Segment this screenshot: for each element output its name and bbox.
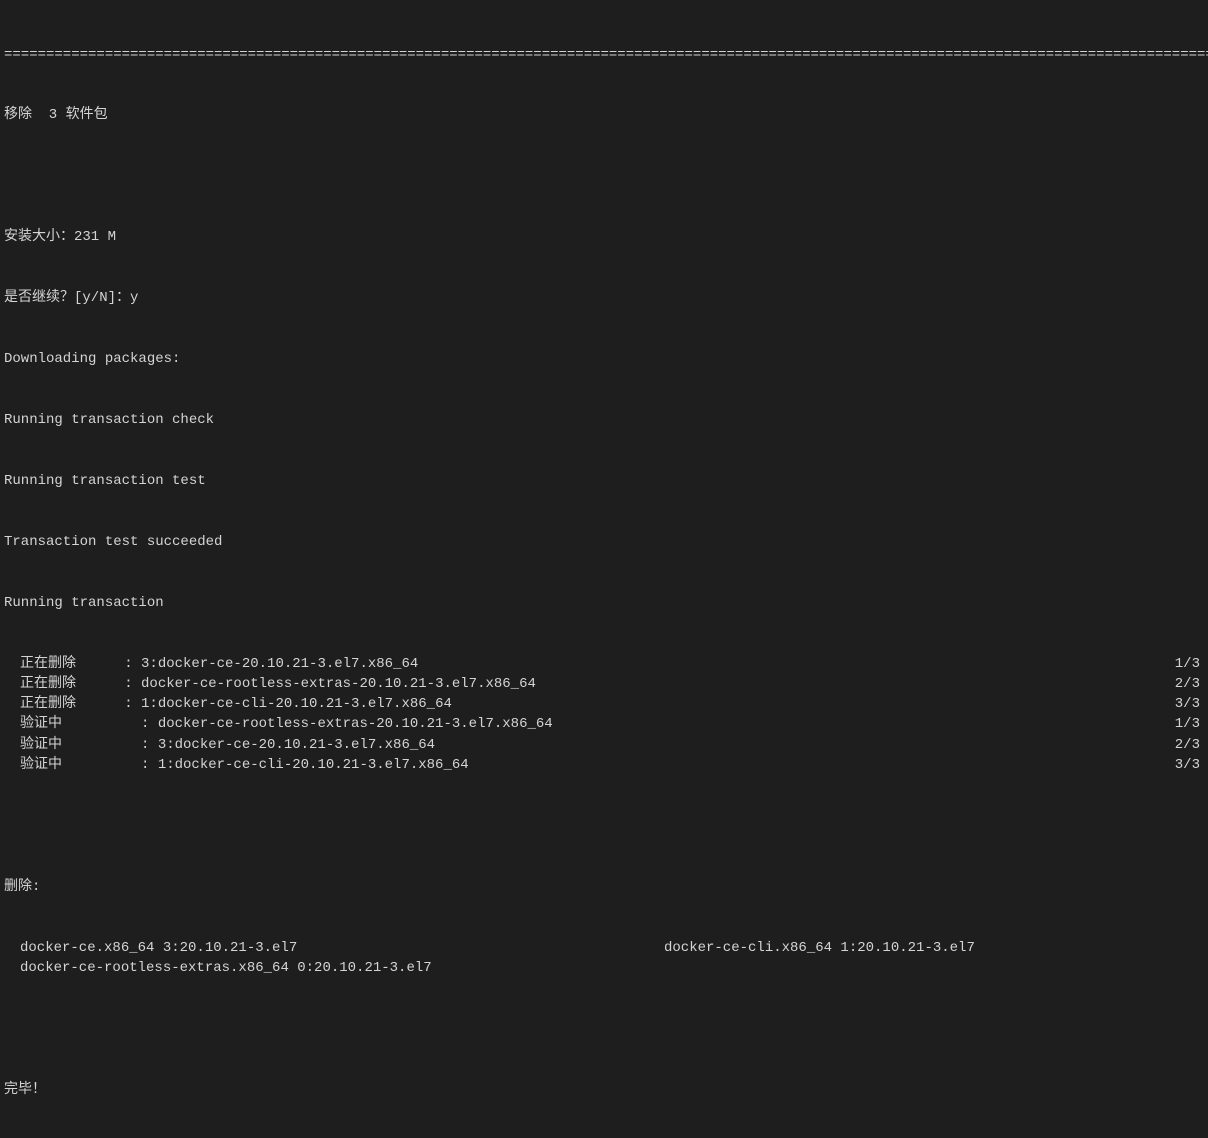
transaction-label: 正在删除 <box>4 674 99 694</box>
transaction-package: 1:docker-ce-cli-20.10.21-3.el7.x86_64 <box>158 755 469 775</box>
transaction-list: 正在删除 : 3:docker-ce-20.10.21-3.el7.x86_64… <box>4 654 1204 776</box>
transaction-package: 3:docker-ce-20.10.21-3.el7.x86_64 <box>158 735 435 755</box>
transaction-package: docker-ce-rootless-extras-20.10.21-3.el7… <box>158 714 553 734</box>
blank-line <box>4 166 1204 186</box>
transaction-row: 验证中 : 3:docker-ce-20.10.21-3.el7.x86_64 2… <box>4 735 1204 755</box>
transaction-label: 验证中 <box>4 735 99 755</box>
removed-package: docker-ce-rootless-extras.x86_64 0:20.10… <box>4 958 664 978</box>
removed-list: docker-ce.x86_64 3:20.10.21-3.el7docker-… <box>4 938 1204 979</box>
transaction-separator: : <box>99 674 141 694</box>
running-test: Running transaction test <box>4 471 1204 491</box>
transaction-separator: : <box>99 735 158 755</box>
transaction-count: 3/3 <box>1175 694 1204 714</box>
separator-line: ========================================… <box>4 45 1204 65</box>
test-succeeded: Transaction test succeeded <box>4 532 1204 552</box>
removed-package: docker-ce-cli.x86_64 1:20.10.21-3.el7 <box>664 938 1204 958</box>
transaction-count: 1/3 <box>1175 654 1204 674</box>
downloading-packages: Downloading packages: <box>4 349 1204 369</box>
removed-package <box>664 958 1204 978</box>
removed-row: docker-ce.x86_64 3:20.10.21-3.el7docker-… <box>4 938 1204 958</box>
transaction-separator: : <box>99 694 141 714</box>
remove-summary: 移除 3 软件包 <box>4 105 1204 125</box>
transaction-package: 3:docker-ce-20.10.21-3.el7.x86_64 <box>141 654 418 674</box>
terminal-output[interactable]: ========================================… <box>4 4 1204 1138</box>
removed-package: docker-ce.x86_64 3:20.10.21-3.el7 <box>4 938 664 958</box>
blank-line <box>4 816 1204 836</box>
transaction-package: docker-ce-rootless-extras-20.10.21-3.el7… <box>141 674 536 694</box>
transaction-count: 3/3 <box>1175 755 1204 775</box>
transaction-row: 验证中 : 1:docker-ce-cli-20.10.21-3.el7.x86… <box>4 755 1204 775</box>
transaction-label: 正在删除 <box>4 694 99 714</box>
transaction-label: 正在删除 <box>4 654 99 674</box>
transaction-row: 正在删除 : 1:docker-ce-cli-20.10.21-3.el7.x8… <box>4 694 1204 714</box>
install-size: 安装大小：231 M <box>4 227 1204 247</box>
running-transaction: Running transaction <box>4 593 1204 613</box>
transaction-count: 1/3 <box>1175 714 1204 734</box>
transaction-package: 1:docker-ce-cli-20.10.21-3.el7.x86_64 <box>141 694 452 714</box>
removed-row: docker-ce-rootless-extras.x86_64 0:20.10… <box>4 958 1204 978</box>
transaction-label: 验证中 <box>4 755 99 775</box>
complete-line: 完毕！ <box>4 1080 1204 1100</box>
transaction-separator: : <box>99 654 141 674</box>
transaction-count: 2/3 <box>1175 674 1204 694</box>
transaction-row: 正在删除 : 3:docker-ce-20.10.21-3.el7.x86_64… <box>4 654 1204 674</box>
continue-prompt: 是否继续？[y/N]：y <box>4 288 1204 308</box>
blank-line <box>4 1019 1204 1039</box>
transaction-row: 验证中 : docker-ce-rootless-extras-20.10.21… <box>4 714 1204 734</box>
removed-header: 删除: <box>4 877 1204 897</box>
transaction-label: 验证中 <box>4 714 99 734</box>
transaction-count: 2/3 <box>1175 735 1204 755</box>
transaction-separator: : <box>99 714 158 734</box>
transaction-row: 正在删除 : docker-ce-rootless-extras-20.10.2… <box>4 674 1204 694</box>
transaction-separator: : <box>99 755 158 775</box>
running-check: Running transaction check <box>4 410 1204 430</box>
